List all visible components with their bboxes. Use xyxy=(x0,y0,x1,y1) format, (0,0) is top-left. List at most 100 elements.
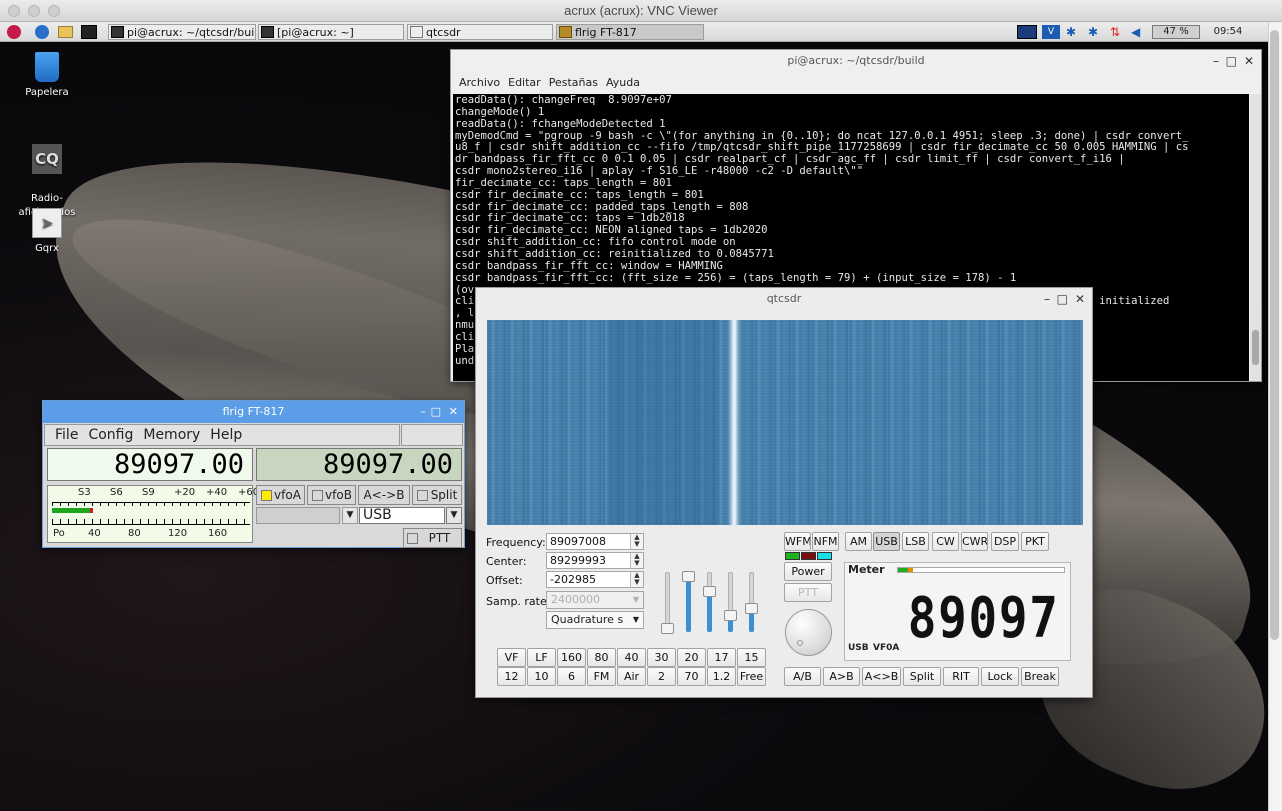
desktop-icon-radio[interactable]: CQ Radio- aficionados xyxy=(7,130,87,220)
band-button[interactable]: 12 xyxy=(497,667,526,686)
vfo-button-split[interactable]: Split xyxy=(903,667,941,686)
slider-handle[interactable] xyxy=(703,586,716,597)
vfoa-button[interactable]: vfoA xyxy=(256,485,305,505)
band-button[interactable]: 30 xyxy=(647,648,676,667)
minimize-icon[interactable] xyxy=(28,5,40,17)
slider-handle[interactable] xyxy=(682,571,695,582)
ptt-button[interactable]: PTT xyxy=(784,583,832,602)
taskbar-item-terminal-home[interactable]: [pi@acrux: ~] xyxy=(258,24,404,40)
band-button[interactable]: Air xyxy=(617,667,646,686)
viewer-scrollbar-thumb[interactable] xyxy=(1270,30,1279,640)
maximize-icon[interactable]: □ xyxy=(1226,50,1237,72)
waterfall-display[interactable] xyxy=(487,320,1083,525)
volume-slider[interactable] xyxy=(724,572,737,632)
vfo-button-a-b[interactable]: A>B xyxy=(823,667,860,686)
raspberry-menu-icon[interactable] xyxy=(7,25,21,39)
vfo-button-lock[interactable]: Lock xyxy=(981,667,1019,686)
bluetooth-icon[interactable]: ✱ xyxy=(1066,25,1078,39)
desktop-icon-trash[interactable]: Papelera xyxy=(7,52,87,100)
frequency-spinbox[interactable]: 89097008 ▲ ▼ xyxy=(546,533,644,550)
tuning-knob[interactable] xyxy=(785,609,832,656)
menu-memory[interactable]: Memory xyxy=(143,425,200,445)
mode-button-pkt[interactable]: PKT xyxy=(1021,532,1049,551)
vfo-button-rit[interactable]: RIT xyxy=(943,667,979,686)
ptt-button[interactable]: PTT xyxy=(403,528,462,548)
zoom-icon[interactable] xyxy=(48,5,60,17)
slider-handle[interactable] xyxy=(724,610,737,621)
taskbar-item-qtcsdr[interactable]: qtcsdr xyxy=(407,24,553,40)
taskbar-item-flrig[interactable]: flrig FT-817 xyxy=(556,24,704,40)
menu-help[interactable]: Help xyxy=(210,425,242,445)
band-button[interactable]: 15 xyxy=(737,648,766,667)
band-button[interactable]: 20 xyxy=(677,648,706,667)
band-button[interactable]: 70 xyxy=(677,667,706,686)
band-button[interactable]: LF xyxy=(527,648,556,667)
bandwidth-select[interactable] xyxy=(256,507,340,524)
desktop-icon-gqrx[interactable]: ➤ Gqrx xyxy=(7,208,87,256)
minimize-icon[interactable]: – xyxy=(1213,50,1219,72)
chevron-down-icon[interactable]: ▼ xyxy=(342,507,358,524)
mode-select[interactable]: USB xyxy=(359,507,445,524)
mode-button-nfm[interactable]: NFM xyxy=(812,532,839,551)
mode-button-wfm[interactable]: WFM xyxy=(784,532,811,551)
vfo-button-a-b[interactable]: A/B xyxy=(784,667,821,686)
band-button[interactable]: 160 xyxy=(557,648,586,667)
close-icon[interactable] xyxy=(8,5,20,17)
slider-handle[interactable] xyxy=(745,602,758,614)
minimize-icon[interactable]: – xyxy=(421,401,427,423)
vfo-a-frequency[interactable]: 89097.00 xyxy=(47,448,253,481)
band-button[interactable]: 2 xyxy=(647,667,676,686)
band-button[interactable]: 1.2 xyxy=(707,667,736,686)
band-button[interactable]: 10 xyxy=(527,667,556,686)
terminal-launcher-icon[interactable] xyxy=(81,25,97,39)
menu-archivo[interactable]: Archivo xyxy=(459,72,500,94)
band-button[interactable]: 17 xyxy=(707,648,736,667)
power-button[interactable]: Power xyxy=(784,562,832,581)
network-icon[interactable]: ⇅ xyxy=(1110,25,1124,39)
band-button[interactable]: 6 xyxy=(557,667,586,686)
maximize-icon[interactable]: □ xyxy=(1057,288,1068,310)
band-button[interactable]: Free xyxy=(737,667,766,686)
minimize-icon[interactable]: – xyxy=(1044,288,1050,310)
volume-slider[interactable] xyxy=(661,572,674,635)
menu-editar[interactable]: Editar xyxy=(508,72,541,94)
spin-arrows-icon[interactable]: ▲ ▼ xyxy=(630,572,643,587)
vnc-server-icon[interactable]: V xyxy=(1042,25,1060,39)
menu-pestanas[interactable]: Pestañas xyxy=(549,72,598,94)
menu-ayuda[interactable]: Ayuda xyxy=(606,72,640,94)
vfob-button[interactable]: vfoB xyxy=(307,485,356,505)
spin-arrows-icon[interactable]: ▲ ▼ xyxy=(630,553,643,568)
band-button[interactable]: FM xyxy=(587,667,616,686)
volume-slider[interactable] xyxy=(745,572,758,632)
mode-button-am[interactable]: AM xyxy=(845,532,872,551)
bluetooth-status-icon[interactable]: ✱ xyxy=(1088,25,1100,39)
spin-arrows-icon[interactable]: ▲ ▼ xyxy=(630,534,643,549)
sampling-select[interactable]: Quadrature s ▼ xyxy=(546,611,644,629)
cpu-monitor-icon[interactable] xyxy=(1017,25,1037,39)
close-icon[interactable]: ✕ xyxy=(449,401,458,423)
vfo-button-break[interactable]: Break xyxy=(1021,667,1059,686)
mode-button-lsb[interactable]: LSB xyxy=(902,532,929,551)
maximize-icon[interactable]: □ xyxy=(431,401,441,423)
menu-config[interactable]: Config xyxy=(88,425,133,445)
chevron-down-icon[interactable]: ▼ xyxy=(446,507,462,524)
offset-spinbox[interactable]: -202985 ▲ ▼ xyxy=(546,571,644,588)
center-spinbox[interactable]: 89299993 ▲ ▼ xyxy=(546,552,644,569)
samp-rate-select[interactable]: 2400000 ▼ xyxy=(546,591,644,609)
mode-button-dsp[interactable]: DSP xyxy=(991,532,1019,551)
mode-button-cwr[interactable]: CWR xyxy=(961,532,988,551)
vfo-b-frequency[interactable]: 89097.00 xyxy=(256,448,462,481)
swap-button[interactable]: A<->B xyxy=(358,485,410,505)
band-button[interactable]: 40 xyxy=(617,648,646,667)
clock[interactable]: 09:54 xyxy=(1208,25,1248,39)
volume-slider[interactable] xyxy=(682,571,695,632)
volume-slider[interactable] xyxy=(703,572,716,632)
folder-icon[interactable] xyxy=(58,26,73,38)
vfo-button-a--b[interactable]: A<>B xyxy=(862,667,901,686)
volume-icon[interactable]: ◀ xyxy=(1131,25,1145,39)
terminal-scrollbar-thumb[interactable] xyxy=(1252,330,1259,365)
band-button[interactable]: VF xyxy=(497,648,526,667)
band-button[interactable]: 80 xyxy=(587,648,616,667)
mode-button-usb[interactable]: USB xyxy=(873,532,900,551)
mode-button-cw[interactable]: CW xyxy=(932,532,959,551)
